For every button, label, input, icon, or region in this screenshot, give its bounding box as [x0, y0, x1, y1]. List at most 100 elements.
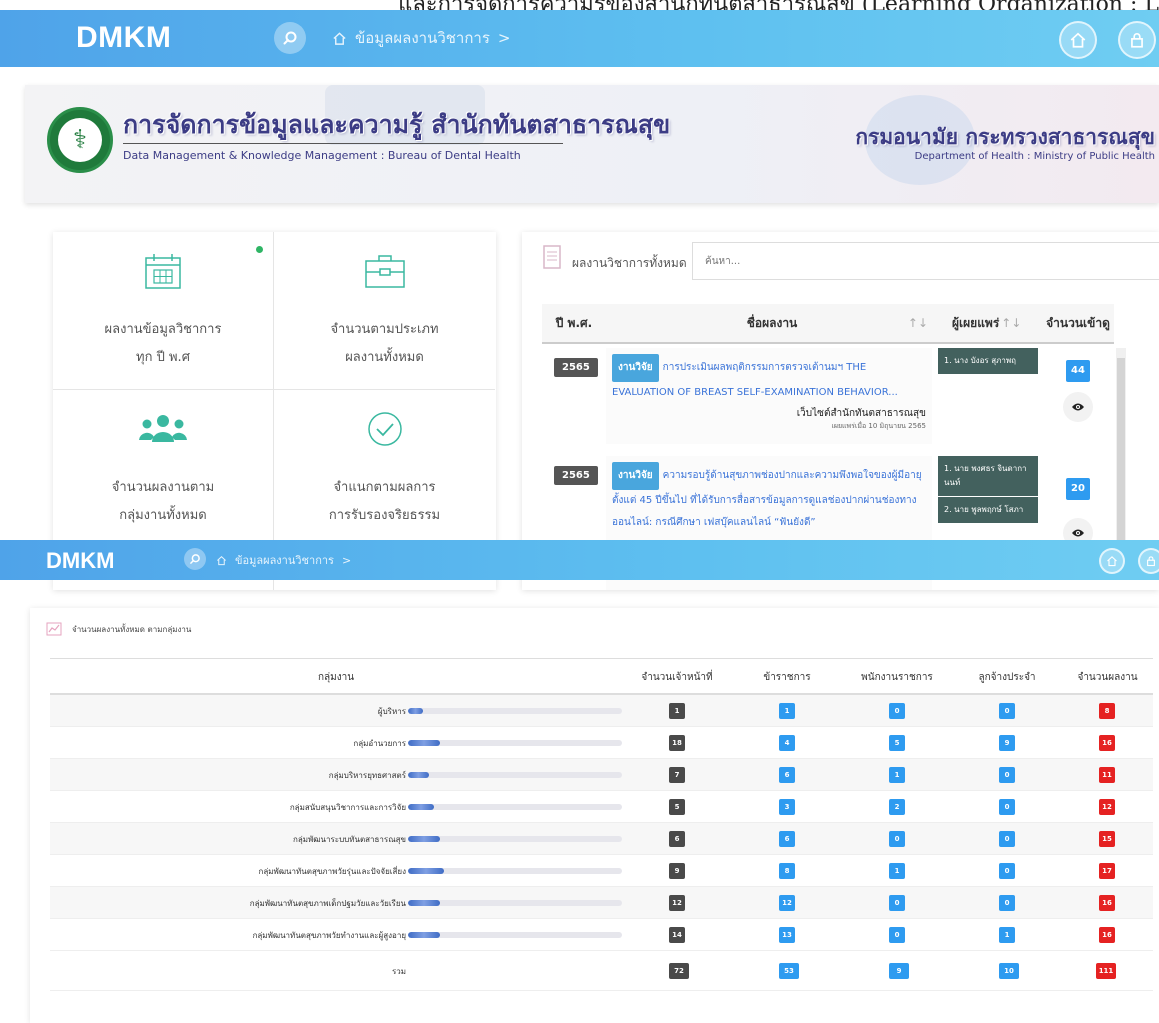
total-row: รวม 72 53 9 10 111 [50, 951, 1153, 991]
staff-count-badge: 5 [669, 799, 685, 815]
total-works-count-badge: 111 [1096, 963, 1116, 979]
type-tag: งานวิจัย [612, 354, 659, 382]
status-dot [256, 246, 263, 253]
table-row[interactable]: กลุ่มพัฒนาระบบทันตสาธารณสุข 6 6 0 0 15 [50, 823, 1153, 855]
views-badge: 20 [1066, 478, 1090, 500]
staff-count-badge: 14 [669, 927, 685, 943]
tile-label: จำนวนตามประเภท ผลงานทั้งหมด [330, 322, 439, 365]
search-button[interactable] [274, 22, 306, 54]
search-icon [283, 31, 297, 45]
total-permanent-staff-count-badge: 10 [999, 963, 1019, 979]
work-source: เว็บไซต์สำนักทันตสาธารณสุข [796, 408, 926, 419]
breadcrumb: ข้อมูลผลงานวิชาการ > [216, 551, 351, 569]
group-name: ผู้บริหาร [377, 706, 406, 716]
gov-employee-count-badge: 0 [889, 927, 905, 943]
table-row[interactable]: กลุ่มพัฒนาทันตสุขภาพเด็กปฐมวัยและวัยเรีย… [50, 887, 1153, 919]
civil-servant-count-badge: 8 [779, 863, 795, 879]
work-date: เผยแพร่เมื่อ 10 มิถุนายน 2565 [831, 422, 926, 430]
home-button[interactable] [1059, 21, 1097, 59]
group-name: กลุ่มสนับสนุนวิชาการและการวิจัย [289, 802, 406, 812]
works-search-input[interactable] [692, 242, 1159, 280]
total-staff-count-badge: 72 [669, 963, 689, 979]
header-banner: ⚕ การจัดการข้อมูลและความรู้ สำนักทันตสาธ… [25, 85, 1159, 203]
works-count-badge: 12 [1099, 799, 1115, 815]
column-header-views[interactable]: จำนวนเข้าดู [1042, 304, 1114, 344]
table-row[interactable]: ผู้บริหาร 1 1 0 0 8 [50, 695, 1153, 727]
staff-count-badge: 1 [669, 703, 685, 719]
home-outline-icon[interactable] [216, 555, 227, 566]
people-icon [139, 415, 187, 442]
login-button[interactable] [1118, 21, 1156, 59]
sort-icon[interactable]: ↑↓ [908, 316, 928, 330]
breadcrumb-current[interactable]: ข้อมูลผลงานวิชาการ [355, 26, 490, 50]
banner-divider [123, 143, 563, 144]
calendar-icon [145, 254, 181, 289]
civil-servant-count-badge: 6 [779, 831, 795, 847]
home-button[interactable] [1099, 548, 1125, 574]
progress-bar [408, 772, 622, 778]
column-header-year[interactable]: ปี พ.ศ. [542, 304, 606, 344]
progress-bar [408, 708, 622, 714]
department-subtitle: Department of Health : Ministry of Publi… [914, 151, 1155, 162]
table-row[interactable]: กลุ่มอำนวยการ 18 4 5 9 16 [50, 727, 1153, 759]
progress-bar-fill [408, 932, 441, 938]
works-count-badge: 8 [1099, 703, 1115, 719]
permanent-staff-count-badge: 0 [999, 799, 1015, 815]
staff-count-badge: 18 [669, 735, 685, 751]
progress-bar [408, 900, 622, 906]
groups-header: จำนวนผลงานทั้งหมด ตามกลุ่มงาน [46, 622, 191, 636]
table-row[interactable]: กลุ่มพัฒนาทันตสุขภาพวัยทำงานและผู้สูงอาย… [50, 919, 1153, 951]
progress-bar-fill [408, 708, 423, 714]
view-button[interactable] [1063, 392, 1093, 422]
login-button[interactable] [1138, 548, 1159, 574]
column-header-publisher[interactable]: ผู้เผยแพร่ ↑↓ [938, 304, 1042, 344]
tile-works-by-type[interactable]: จำนวนตามประเภท ผลงานทั้งหมด [274, 232, 495, 390]
group-name: กลุ่มอำนวยการ [353, 738, 406, 748]
sort-icon[interactable]: ↑↓ [1001, 316, 1021, 330]
progress-bar-fill [408, 804, 434, 810]
caption-text: และการจัดการความรู้ของสำนักทันตสาธารณสุข… [398, 0, 1159, 10]
permanent-staff-count-badge: 9 [999, 735, 1015, 751]
progress-bar [408, 868, 622, 874]
year-badge: 2565 [554, 466, 598, 485]
column-header-title[interactable]: ชื่อผลงาน ↑↓ [606, 304, 938, 344]
civil-servant-count-badge: 1 [779, 703, 795, 719]
tile-label: จำนวนผลงานตาม กลุ่มงานทั้งหมด [111, 480, 215, 523]
civil-servant-count-badge: 6 [779, 767, 795, 783]
permanent-staff-count-badge: 0 [999, 863, 1015, 879]
search-button[interactable] [184, 548, 206, 570]
gov-employee-count-badge: 1 [889, 767, 905, 783]
author-name: 1. นาย พงศธร จินดากานนท์ [938, 456, 1038, 497]
group-name: กลุ่มบริหารยุทธศาสตร์ [328, 770, 406, 780]
author-cell: 1. นาง บังอร สุภาพฤ [938, 348, 1038, 374]
progress-bar-fill [408, 740, 441, 746]
caduceus-icon: ⚕ [58, 118, 102, 162]
progress-bar [408, 804, 622, 810]
brand-logo[interactable]: DMKM [76, 21, 171, 55]
works-count-badge: 16 [1099, 895, 1115, 911]
table-row[interactable]: 2565 งานวิจัย การประเมินผลพฤติกรรมการตรวจ… [542, 348, 1114, 448]
lock-icon [1147, 556, 1155, 567]
search-icon [190, 554, 200, 564]
home-icon [1070, 32, 1086, 48]
total-civil-servant-count-badge: 53 [779, 963, 799, 979]
views-cell: 44 [1042, 358, 1114, 422]
progress-bar [408, 932, 622, 938]
breadcrumb-current[interactable]: ข้อมูลผลงานวิชาการ [235, 551, 334, 569]
works-count-badge: 16 [1099, 735, 1115, 751]
permanent-staff-count-badge: 0 [999, 703, 1015, 719]
scrollbar-thumb[interactable] [1117, 358, 1125, 558]
staff-count-badge: 6 [669, 831, 685, 847]
tile-works-by-year[interactable]: ผลงานข้อมูลวิชาการ ทุก ปี พ.ศ [53, 232, 274, 390]
breadcrumb-separator: > [341, 553, 352, 567]
breadcrumb-separator: > [497, 29, 511, 47]
gov-employee-count-badge: 0 [889, 831, 905, 847]
gov-employee-count-badge: 2 [889, 799, 905, 815]
document-icon [543, 245, 561, 269]
table-row[interactable]: กลุ่มพัฒนาทันตสุขภาพวัยรุ่นและปัจจัยเสี่… [50, 855, 1153, 887]
table-row[interactable]: กลุ่มสนับสนุนวิชาการและการวิจัย 5 3 2 0 12 [50, 791, 1153, 823]
table-row[interactable]: กลุ่มบริหารยุทธศาสตร์ 7 6 1 0 11 [50, 759, 1153, 791]
brand-logo[interactable]: DMKM [46, 548, 114, 574]
title-cell: งานวิจัย การประเมินผลพฤติกรรมการตรวจเต้าน… [606, 348, 932, 444]
home-outline-icon[interactable] [332, 31, 347, 46]
